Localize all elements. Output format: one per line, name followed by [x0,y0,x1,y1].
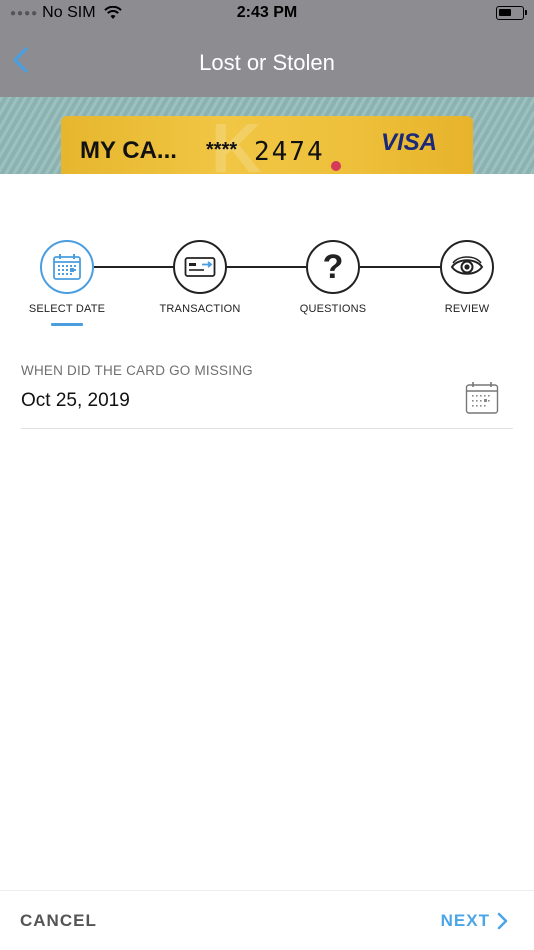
card-mask: **** [206,139,238,161]
status-bar: ●●●● No SIM 2:43 PM [0,0,534,26]
question-icon: ? [322,248,344,286]
active-step-indicator [51,323,83,326]
step-circle [40,240,94,294]
missing-date-field[interactable]: WHEN DID THE CARD GO MISSING Oct 25, 201… [21,363,513,429]
next-button[interactable]: NEXT [441,911,508,931]
card-image: K MY CA... **** 2474 VISA [61,116,473,174]
step-select-date[interactable]: SELECT DATE [7,240,127,326]
calendar-icon [465,382,499,414]
visa-logo: VISA [381,129,438,156]
step-label: QUESTIONS [299,303,367,315]
step-label: SELECT DATE [28,303,106,315]
card-banner: K MY CA... **** 2474 VISA [0,97,534,174]
step-circle: ? [306,240,360,294]
step-questions[interactable]: ? QUESTIONS [273,240,393,315]
step-transaction[interactable]: TRANSACTION [140,240,260,315]
credit-card-icon [184,257,216,277]
card-decoration [331,161,341,171]
step-label: REVIEW [444,303,490,315]
progress-stepper: SELECT DATE TRANSACTION ? QUESTIONS REVI… [0,174,534,344]
date-picker-button[interactable] [465,381,499,415]
nav-bar: Lost or Stolen [0,26,534,97]
date-field-value[interactable]: Oct 25, 2019 [21,390,513,412]
step-circle [440,240,494,294]
eye-icon [450,256,484,275]
battery-icon [496,6,527,20]
chevron-right-icon [497,912,508,930]
card-name: MY CA... [80,137,177,164]
footer-bar: CANCEL NEXT [0,890,534,950]
calendar-icon [53,254,81,280]
step-review[interactable]: REVIEW [407,240,527,315]
card-last-four: 2474 [254,137,325,167]
page-title: Lost or Stolen [199,50,335,75]
step-label: TRANSACTION [159,303,241,315]
date-field-label: WHEN DID THE CARD GO MISSING [21,363,253,378]
cancel-button[interactable]: CANCEL [20,911,97,931]
next-button-label: NEXT [440,911,490,930]
status-time: 2:43 PM [236,4,298,21]
step-circle [173,240,227,294]
